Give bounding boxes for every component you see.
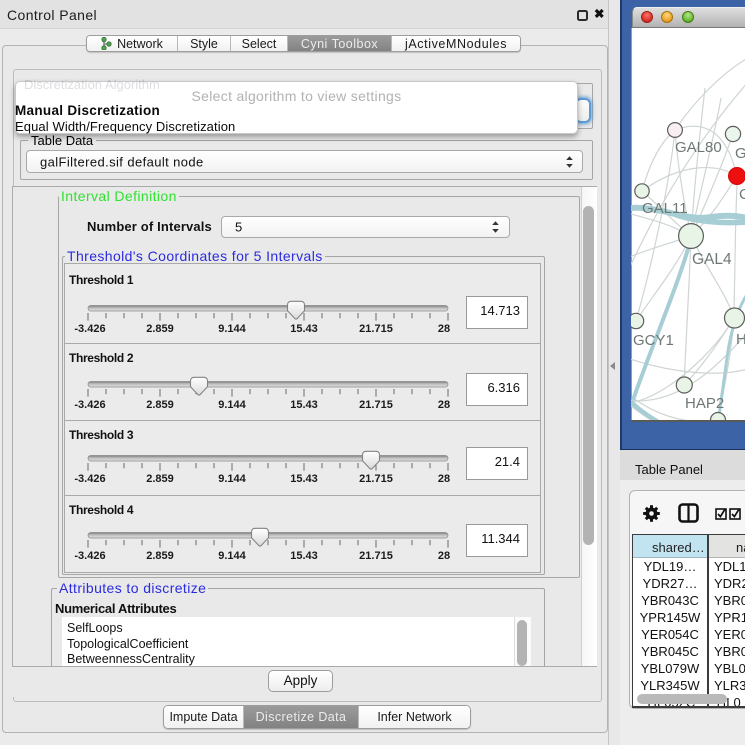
svg-text:21.715: 21.715	[359, 473, 393, 485]
svg-text:C…: C…	[739, 186, 745, 203]
svg-text:21.715: 21.715	[359, 323, 393, 335]
svg-text:28: 28	[438, 399, 450, 411]
svg-text:9.144: 9.144	[218, 550, 246, 562]
svg-text:-3.426: -3.426	[74, 473, 105, 485]
svg-text:GCY1: GCY1	[633, 332, 674, 349]
svg-text:GAL4: GAL4	[692, 251, 732, 268]
svg-text:15.43: 15.43	[290, 473, 318, 485]
svg-text:H: H	[736, 331, 745, 348]
svg-text:9.144: 9.144	[218, 473, 246, 485]
svg-text:15.43: 15.43	[290, 399, 318, 411]
svg-text:-3.426: -3.426	[74, 550, 105, 562]
svg-text:2.859: 2.859	[146, 550, 174, 562]
svg-text:HAP2: HAP2	[685, 395, 724, 412]
svg-text:9.144: 9.144	[218, 399, 246, 411]
svg-text:9.144: 9.144	[218, 323, 246, 335]
svg-text:-3.426: -3.426	[74, 323, 105, 335]
svg-text:2.859: 2.859	[146, 473, 174, 485]
svg-text:28: 28	[438, 323, 450, 335]
svg-text:-3.426: -3.426	[74, 399, 105, 411]
svg-text:28: 28	[438, 473, 450, 485]
svg-text:2.859: 2.859	[146, 323, 174, 335]
svg-text:21.715: 21.715	[359, 550, 393, 562]
svg-text:GAL11: GAL11	[642, 200, 688, 217]
svg-text:GAL80: GAL80	[675, 139, 722, 156]
svg-text:G…: G…	[735, 145, 745, 162]
svg-text:21.715: 21.715	[359, 399, 393, 411]
svg-text:28: 28	[438, 550, 450, 562]
svg-text:2.859: 2.859	[146, 399, 174, 411]
svg-text:15.43: 15.43	[290, 550, 318, 562]
svg-text:15.43: 15.43	[290, 323, 318, 335]
